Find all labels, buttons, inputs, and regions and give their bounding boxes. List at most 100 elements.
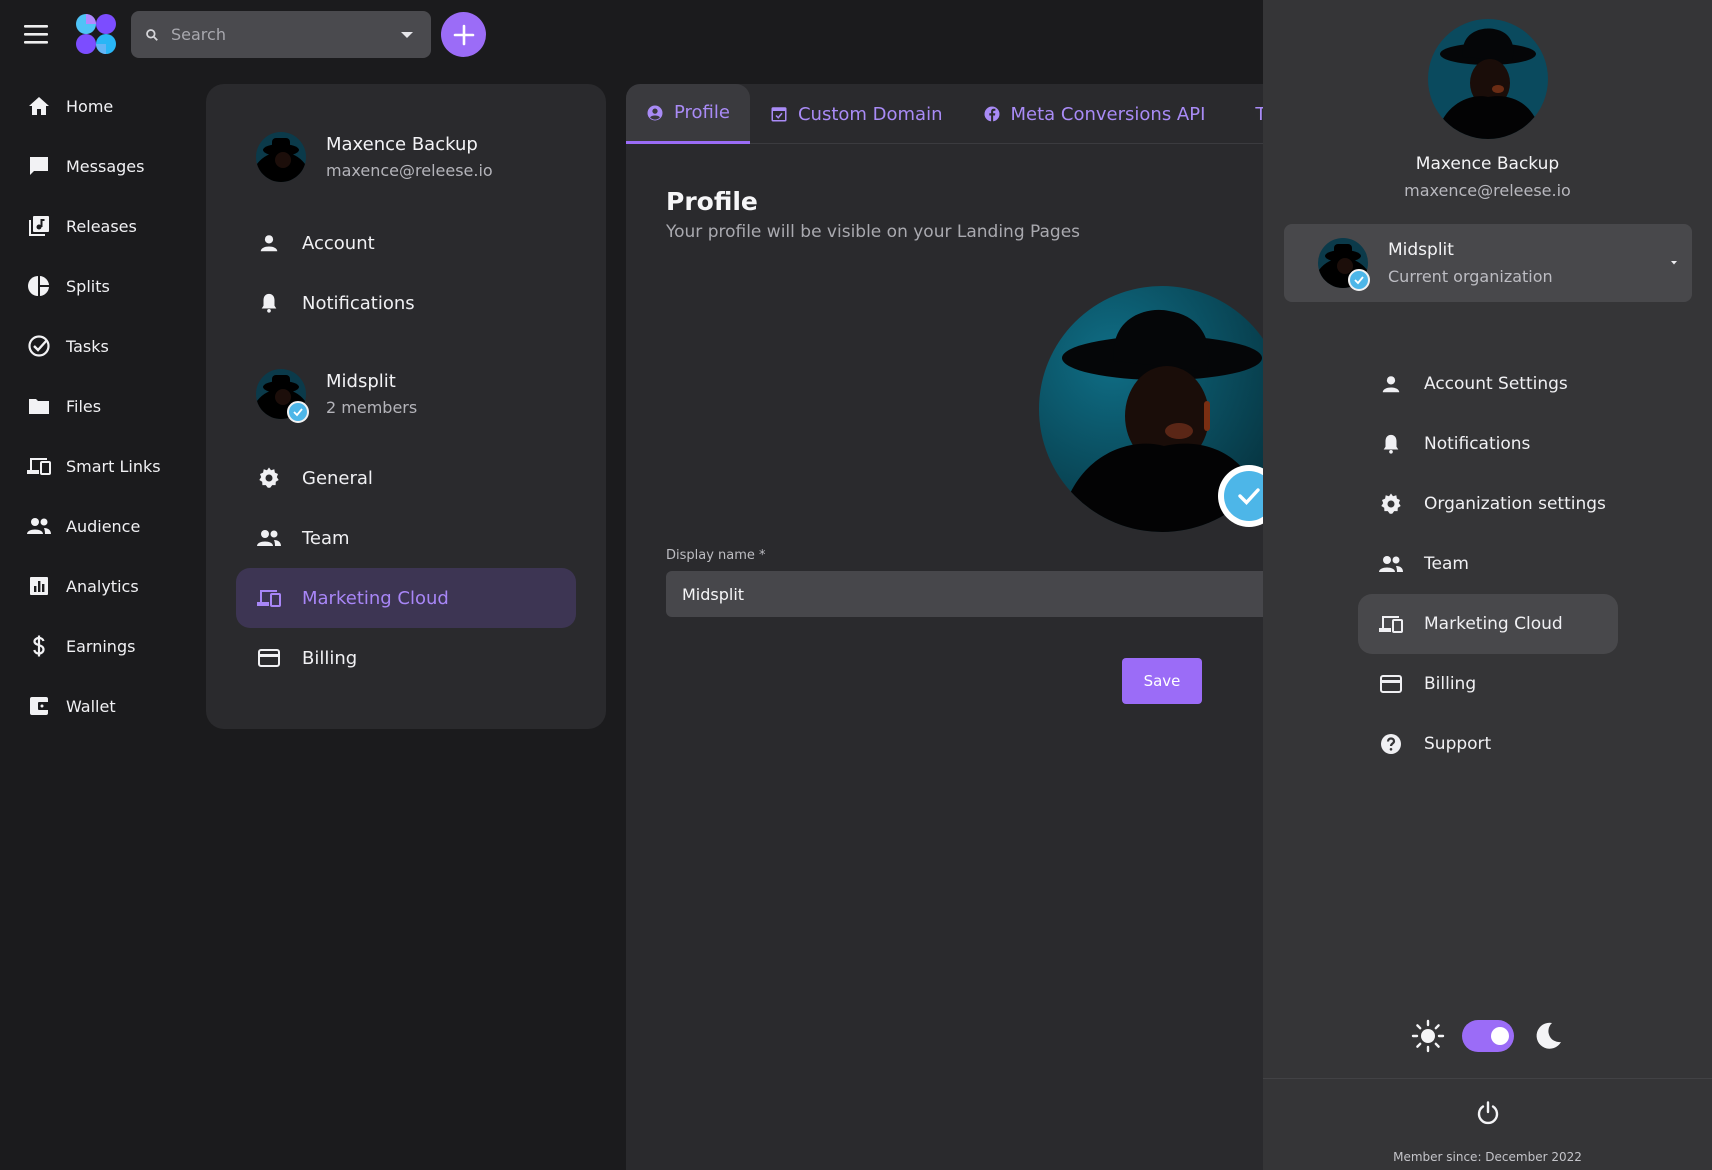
nav-label: Analytics: [66, 576, 139, 596]
music-library-icon: [26, 213, 52, 239]
nav-item-files[interactable]: Files: [0, 376, 200, 436]
nav-item-tasks[interactable]: Tasks: [0, 316, 200, 376]
nav-item-analytics[interactable]: Analytics: [0, 556, 200, 616]
drawer-item-label: Organization settings: [1424, 494, 1606, 514]
sun-icon[interactable]: [1410, 1018, 1446, 1054]
search-icon: [146, 28, 158, 41]
org-subtitle: Current organization: [1388, 267, 1553, 286]
nav-item-releases[interactable]: Releases: [0, 196, 200, 256]
org-name: Midsplit: [1388, 240, 1454, 260]
drawer-item-label: Billing: [1424, 674, 1477, 694]
nav-label: Messages: [66, 156, 145, 176]
tab-label: Custom Domain: [797, 103, 943, 125]
verified-icon: [1348, 269, 1370, 291]
account-drawer: Maxence Backup maxence@releese.io Midspl…: [1263, 0, 1712, 1170]
nav-label: Audience: [66, 516, 141, 536]
moon-icon[interactable]: [1530, 1018, 1566, 1054]
folder-icon: [26, 393, 52, 419]
user-header[interactable]: Maxence Backup maxence@releese.io: [256, 132, 493, 182]
nav-label: Earnings: [66, 636, 136, 656]
tab-profile[interactable]: Profile: [626, 84, 750, 144]
drawer-item-team[interactable]: Team: [1358, 534, 1618, 594]
dark-mode-toggle[interactable]: [1461, 1020, 1514, 1052]
plus-icon: [453, 24, 474, 45]
add-button[interactable]: [441, 12, 486, 57]
power-icon[interactable]: [1474, 1099, 1502, 1127]
search-bar[interactable]: [131, 11, 431, 58]
hamburger-menu-icon[interactable]: [22, 22, 50, 46]
tab-label: Meta Conversions API: [1010, 103, 1206, 125]
user-email: maxence@releese.io: [326, 161, 493, 180]
drawer-item-billing[interactable]: Billing: [1358, 654, 1618, 714]
nav-label: Wallet: [66, 696, 116, 716]
left-nav: Home Messages Releases Splits Tasks File…: [0, 76, 200, 736]
tab-tiktok[interactable]: Ti: [1225, 84, 1265, 144]
nav-label: Tasks: [66, 336, 109, 356]
nav-item-home[interactable]: Home: [0, 76, 200, 136]
people-icon: [1378, 551, 1404, 577]
tab-meta-conversions-api[interactable]: Meta Conversions API: [963, 84, 1226, 144]
home-icon: [26, 93, 52, 119]
save-button[interactable]: Save: [1122, 658, 1202, 704]
display-name-label: Display name *: [666, 548, 766, 563]
search-input[interactable]: [171, 25, 385, 44]
menu-item-team[interactable]: Team: [236, 508, 576, 568]
drawer-item-account-settings[interactable]: Account Settings: [1358, 354, 1618, 414]
menu-item-label: Account: [302, 232, 375, 254]
tab-bar: Profile Custom Domain Meta Conversions A…: [626, 84, 1265, 144]
person-icon: [256, 230, 282, 256]
drawer-item-label: Marketing Cloud: [1424, 614, 1563, 634]
menu-item-marketing-cloud[interactable]: Marketing Cloud: [236, 568, 576, 628]
nav-item-wallet[interactable]: Wallet: [0, 676, 200, 736]
menu-item-label: Marketing Cloud: [302, 587, 449, 609]
app-logo[interactable]: [74, 12, 118, 56]
menu-item-general[interactable]: General: [236, 448, 576, 508]
menu-item-label: General: [302, 467, 373, 489]
nav-label: Releases: [66, 216, 137, 236]
drawer-item-support[interactable]: Support: [1358, 714, 1618, 774]
org-header[interactable]: Midsplit 2 members: [256, 369, 418, 423]
nav-label: Smart Links: [66, 456, 161, 476]
tab-label: Profile: [674, 102, 730, 123]
verified-icon: [287, 401, 309, 423]
page-subtitle: Your profile will be visible on your Lan…: [666, 222, 1081, 242]
theme-switcher: [1263, 1018, 1712, 1054]
nav-label: Splits: [66, 276, 110, 296]
display-name-field[interactable]: [666, 571, 1263, 617]
org-members: 2 members: [326, 398, 418, 417]
nav-item-earnings[interactable]: Earnings: [0, 616, 200, 676]
menu-item-label: Team: [302, 527, 350, 549]
drawer-item-marketing-cloud[interactable]: Marketing Cloud: [1358, 594, 1618, 654]
page-title: Profile: [666, 187, 758, 216]
message-icon: [26, 153, 52, 179]
credit-card-icon: [1378, 671, 1404, 697]
org-avatar: [256, 369, 309, 423]
menu-item-billing[interactable]: Billing: [236, 628, 576, 688]
tab-custom-domain[interactable]: Custom Domain: [750, 84, 963, 144]
chevron-down-icon[interactable]: [397, 25, 417, 45]
menu-item-label: Notifications: [302, 292, 415, 314]
nav-item-splits[interactable]: Splits: [0, 256, 200, 316]
devices-icon: [26, 453, 52, 479]
account-circle-icon: [647, 105, 663, 120]
org-name: Midsplit: [326, 371, 396, 392]
gear-icon: [1378, 491, 1404, 517]
avatar: [256, 132, 306, 182]
nav-item-audience[interactable]: Audience: [0, 496, 200, 556]
organization-select[interactable]: Midsplit Current organization: [1284, 224, 1692, 302]
nav-item-messages[interactable]: Messages: [0, 136, 200, 196]
nav-label: Home: [66, 96, 114, 116]
nav-item-smart-links[interactable]: Smart Links: [0, 436, 200, 496]
help-icon: [1378, 731, 1404, 757]
bar-chart-icon: [26, 573, 52, 599]
drawer-item-organization-settings[interactable]: Organization settings: [1358, 474, 1618, 534]
facebook-icon: [984, 106, 999, 122]
menu-item-notifications[interactable]: Notifications: [236, 273, 576, 333]
bell-icon: [1378, 431, 1404, 457]
devices-icon: [256, 585, 282, 611]
calendar-check-icon: [771, 107, 787, 122]
top-bar: [0, 0, 1263, 70]
menu-item-account[interactable]: Account: [236, 213, 576, 273]
drawer-item-notifications[interactable]: Notifications: [1358, 414, 1618, 474]
drawer-item-label: Notifications: [1424, 434, 1531, 454]
